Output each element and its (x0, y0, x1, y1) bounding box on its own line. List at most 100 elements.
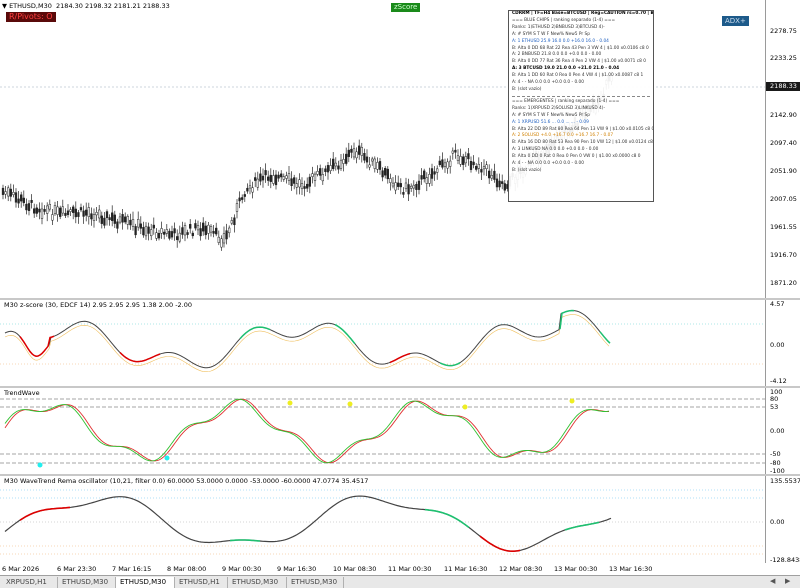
candle-body (410, 185, 413, 189)
price-axis[interactable]: 2278.75 2233.25 2188.33 2142.90 2097.40 2051.… (765, 0, 800, 298)
candle-body (246, 187, 249, 192)
zscore-signal-line (4, 314, 610, 372)
candle-body (280, 173, 283, 178)
axis-label: 0.00 (770, 518, 785, 526)
candle-body (186, 232, 189, 235)
candle-body (202, 222, 205, 232)
scroll-right-icon[interactable]: ▶ (785, 577, 790, 585)
candle-body (490, 175, 493, 179)
candle-body (391, 182, 395, 187)
candle-body (241, 197, 244, 200)
candle-body (131, 219, 135, 227)
candle-body (222, 233, 226, 244)
candle-body (423, 170, 426, 180)
candle-body (150, 229, 153, 237)
candle-body (363, 153, 366, 161)
candle-body (259, 173, 262, 182)
zscore-badge[interactable]: zScore (391, 3, 421, 12)
panel-line: A: 4 - - NA 0.0 0.0 +0.0 0.0 - 0.00 (512, 80, 585, 86)
candle-body (38, 208, 41, 213)
axis-label: 2007.05 (770, 195, 797, 203)
zscore-pane[interactable]: M30 z-score (30, EDCF 14) 2.95 2.95 2.95… (0, 300, 765, 386)
trendwave-pane[interactable]: TrendWave (0, 388, 765, 474)
trendwave-axis[interactable]: 100 80 53 0.00 -50 -80 -100 (765, 388, 800, 475)
candle-body (191, 232, 194, 237)
candle-body (144, 225, 148, 237)
candle-body (35, 207, 38, 214)
candle-body (230, 220, 233, 224)
zscore-extreme-segment (19, 335, 55, 357)
price-chart-pane[interactable]: ▼ ETHUSD,M30 2184.30 2198.32 2181.21 218… (0, 0, 765, 298)
time-axis[interactable]: 6 Mar 2026 6 Mar 23:30 7 Mar 16:15 8 Mar 08… (0, 563, 765, 575)
chart-tab[interactable]: ETHUSD,M30 (228, 577, 287, 588)
candle-body (316, 171, 319, 175)
wavetrend-pane[interactable]: M30 WaveTrend Rema oscillator (10,21, fi… (0, 476, 765, 563)
candle-body (66, 210, 70, 215)
candle-body (46, 205, 49, 214)
candle-body (415, 183, 418, 190)
candle-body (303, 186, 306, 189)
trendwave-oscillator (0, 398, 765, 468)
zscore-axis[interactable]: 4.57 0.00 -4.12 (765, 300, 800, 386)
time-label: 13 Mar 16:30 (609, 565, 653, 573)
panel-line: CDRRM | TF=H4 Base=BTCUSD | Reg=CAUTION … (512, 11, 654, 16)
scroll-left-icon[interactable]: ◀ (770, 577, 775, 585)
wavetrend-line (4, 495, 612, 552)
candle-body (72, 206, 75, 213)
ohlc-values: 2184.30 2198.32 2181.21 2188.33 (56, 2, 170, 10)
chart-tab[interactable]: ETHUSD,M30 (116, 577, 175, 588)
candle-body (345, 153, 348, 164)
candle-body (199, 228, 202, 237)
time-label: 7 Mar 16:15 (112, 565, 152, 573)
wavetrend-extreme-segment (564, 521, 600, 531)
candle-body (92, 214, 96, 221)
candle-body (256, 178, 259, 188)
candle-body (306, 183, 309, 189)
candle-body (376, 162, 379, 170)
candle-body (332, 158, 335, 170)
candle-body (64, 212, 67, 216)
time-label: 6 Mar 23:30 (57, 565, 97, 573)
adx-badge[interactable]: ADX+ (722, 16, 749, 26)
candle-body (311, 173, 314, 177)
wavetrend-extreme-segment (19, 506, 71, 521)
candle-body (498, 180, 501, 188)
chart-tab[interactable]: XRPUSD,H1 (2, 577, 58, 588)
zscore-extreme-segment (559, 309, 575, 330)
candle-body (482, 166, 486, 170)
candle-body (12, 192, 15, 195)
zscore-line (4, 309, 610, 369)
candle-body (438, 160, 441, 166)
collapse-arrow-icon[interactable]: ▼ (2, 2, 7, 10)
candle-body (368, 164, 371, 168)
chart-tab[interactable]: ETHUSD,M30 (287, 577, 344, 588)
zscore-oscillator (0, 309, 765, 372)
time-label: 12 Mar 08:30 (499, 565, 543, 573)
r-pivots-badge[interactable]: R/Pivots: O (6, 12, 56, 22)
candle-body (1, 187, 5, 195)
candle-body (321, 174, 324, 182)
candle-body (334, 162, 337, 167)
chart-tab[interactable]: ETHUSD,H1 (175, 577, 228, 588)
candle-body (308, 176, 311, 187)
candle-body (443, 162, 447, 167)
panel-line: B: (slot vazio) (512, 86, 542, 92)
candle-body (264, 170, 267, 176)
candle-body (456, 155, 460, 161)
candle-body (4, 191, 7, 195)
time-label: 9 Mar 00:30 (222, 565, 262, 573)
time-label: 6 Mar 2026 (2, 565, 40, 573)
candle-body (495, 178, 499, 188)
panel-line: === EMERGENTES | ranking separado (1-4) … (512, 98, 620, 104)
candle-body (371, 158, 374, 162)
current-price-tag: 2188.33 (766, 82, 800, 91)
candle-body (339, 159, 343, 169)
candle-body (319, 168, 322, 176)
zscore-extreme-segment (239, 326, 271, 340)
candle-body (313, 173, 317, 181)
axis-label: 2278.75 (770, 27, 797, 35)
candle-body (381, 170, 384, 178)
chart-tab[interactable]: ETHUSD,M30 (58, 577, 116, 588)
candle-body (183, 225, 187, 236)
wavetrend-axis[interactable]: 135.5537 0.00 -128.8438 (765, 476, 800, 564)
